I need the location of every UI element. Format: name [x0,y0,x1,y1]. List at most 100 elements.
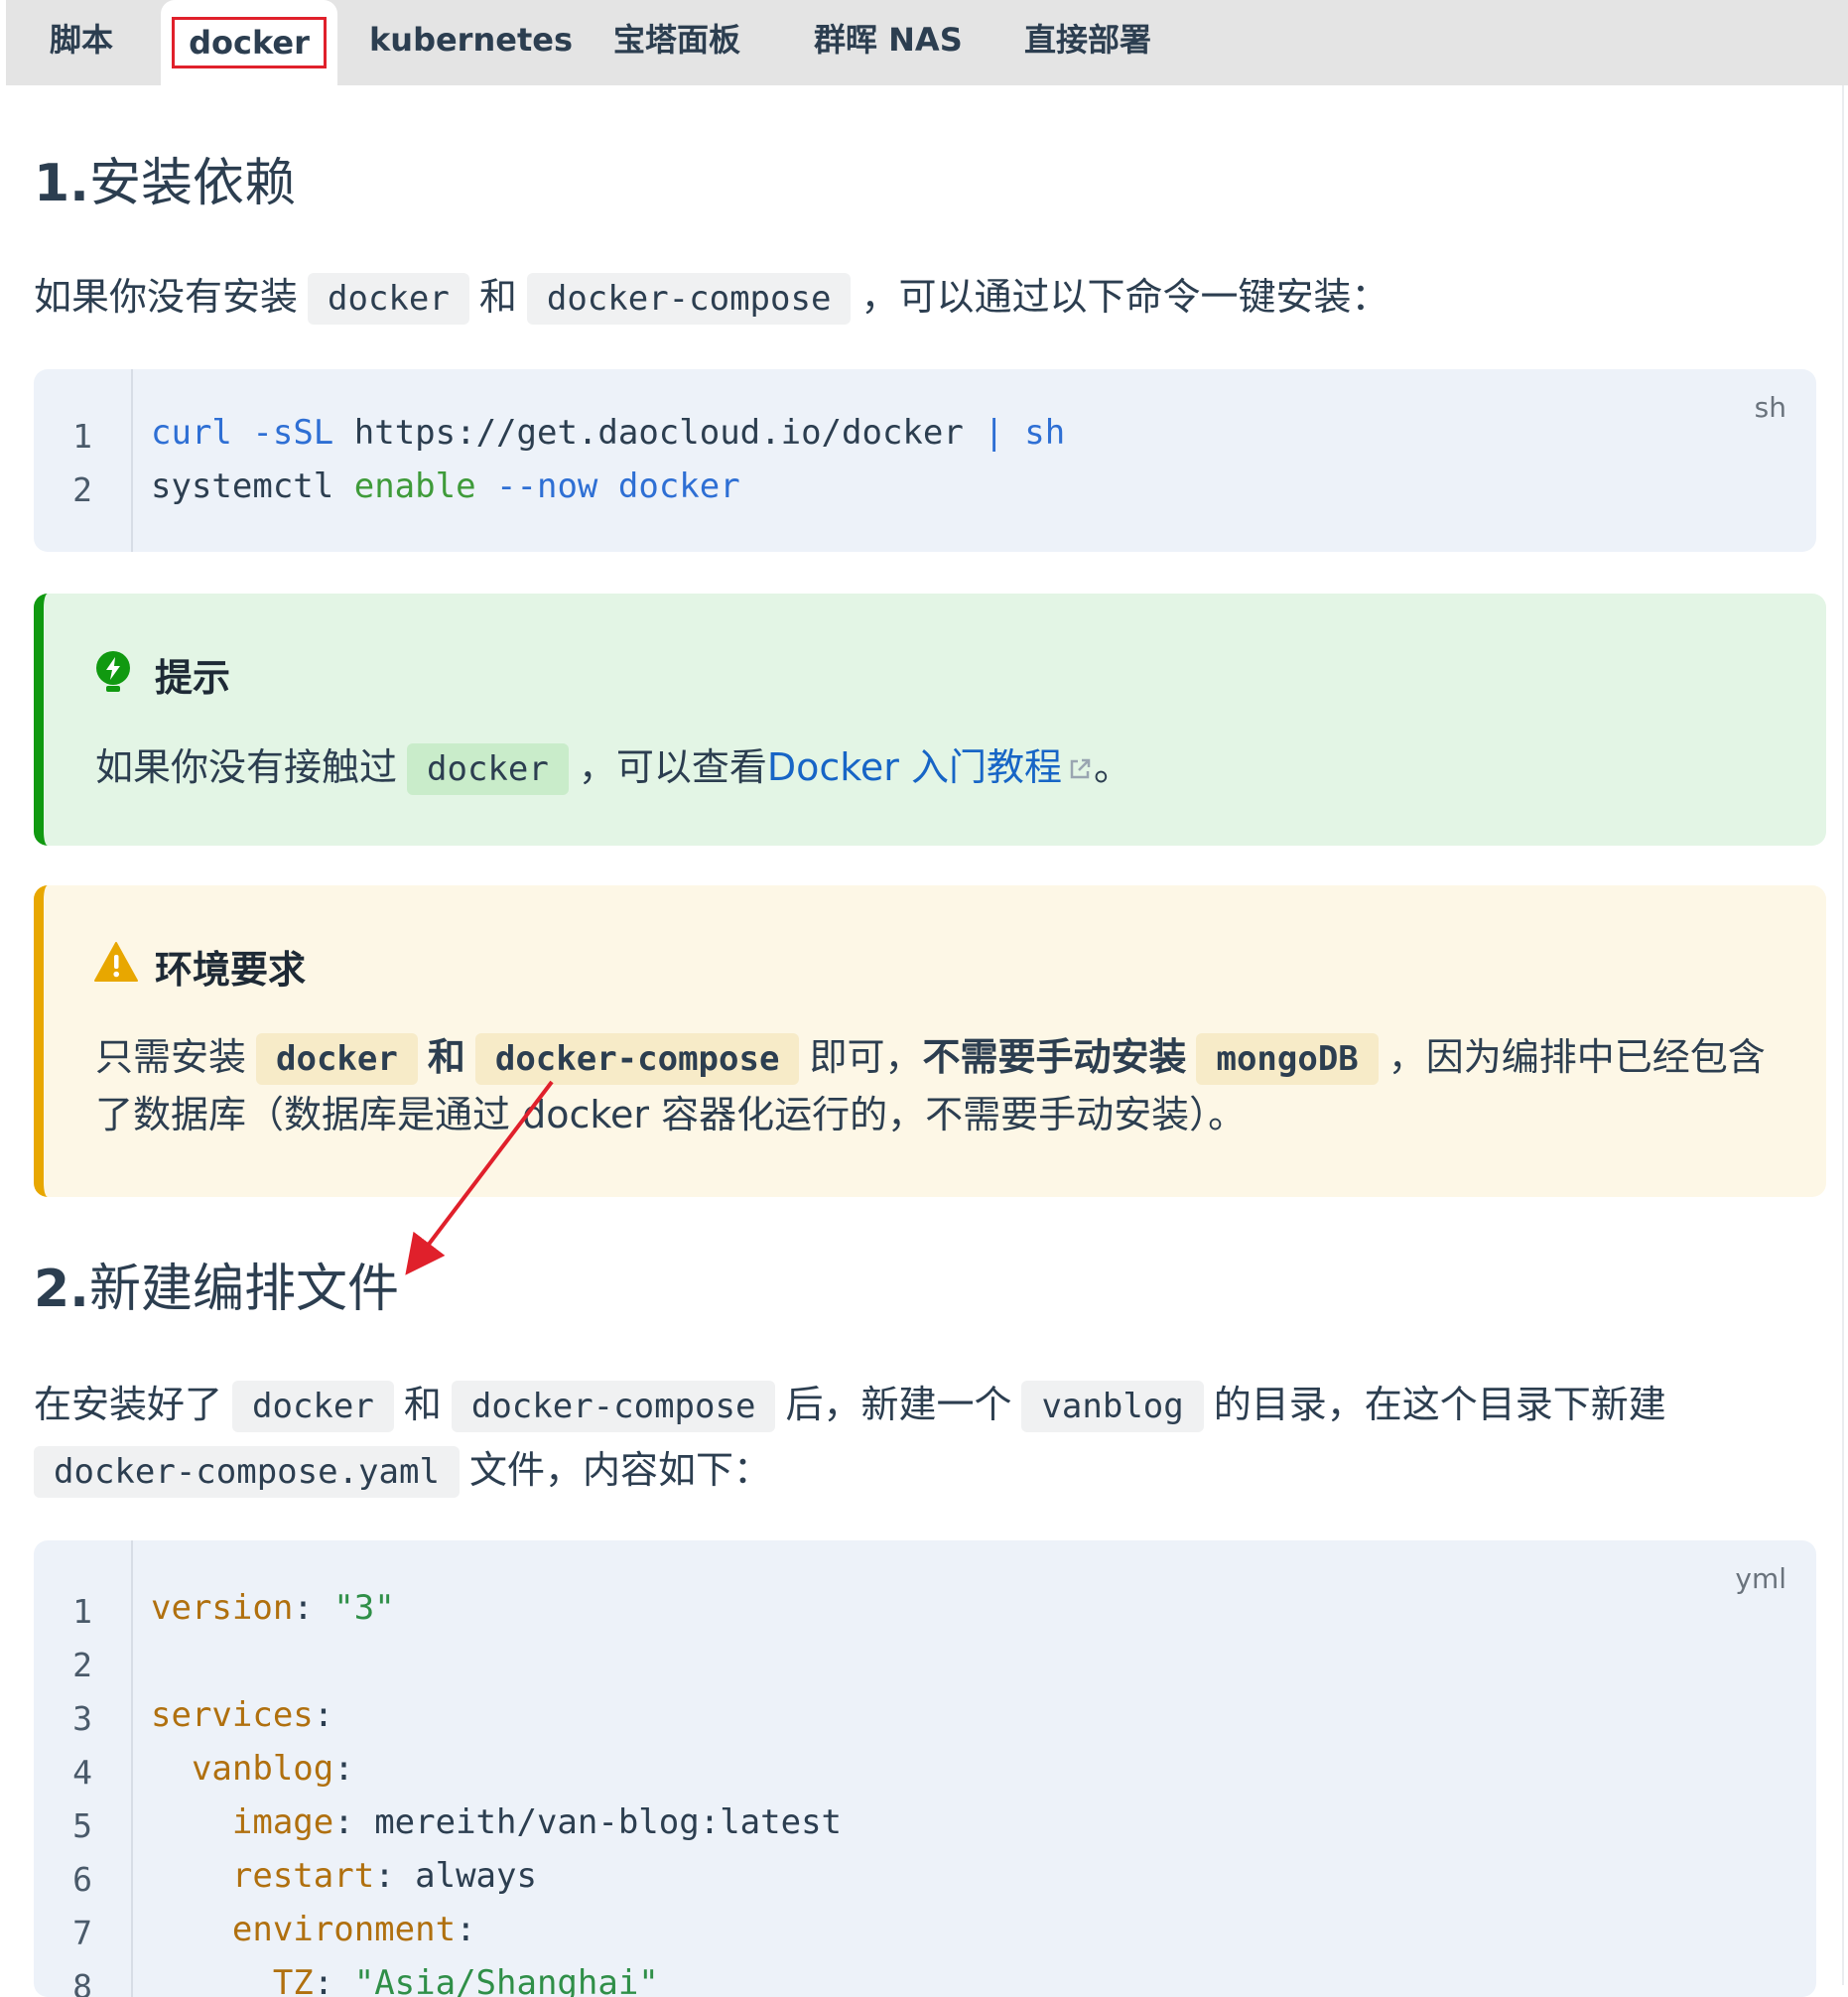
install-code-block[interactable]: sh 1 2 curl -sSL https://get.daocloud.io… [34,369,1816,552]
warning-text-line-2: 了数据库（数据库是通过 docker 容器化运行的，不需要手动安装）。 [95,1093,1247,1136]
heading-number: 2. [34,1260,89,1319]
tip-title: 提示 [155,656,231,700]
line-number: 1 [72,1592,92,1631]
code-token: sh [1024,413,1066,453]
yaml-sep: : [374,1856,416,1896]
yaml-key: TZ [272,1963,314,1997]
yaml-sep: : [313,1695,334,1735]
inline-code-docker-compose: docker-compose [526,273,852,325]
line-number: 6 [72,1860,92,1899]
line-number: 2 [72,1646,92,1684]
text: 在安装好了 [34,1383,223,1426]
install-intro-paragraph: 如果你没有安装 docker 和 docker-compose ，可以通过以下命令一键安… [34,264,1388,332]
inline-code-mongodb: mongoDB [1196,1033,1379,1085]
text: 文件，内容如下： [468,1448,771,1492]
lightbulb-icon [93,649,133,699]
page: 脚本 docker kubernetes 宝塔面板 群晖 NAS 直接部署 1.… [0,0,1848,1997]
tab-label: docker [172,17,327,68]
code-line: environment: [151,1910,476,1949]
text: 。 [1094,745,1132,789]
yaml-key: vanblog [191,1749,334,1789]
inline-code-docker-compose: docker-compose [474,1033,800,1085]
yaml-key: restart [231,1856,375,1896]
line-number: 7 [72,1914,92,1952]
yaml-key: image [231,1802,334,1842]
line-number: 5 [72,1806,92,1845]
yaml-key: environment [231,1910,457,1949]
code-token: curl [151,413,232,453]
compose-code-block[interactable]: yml 1 2 3 4 5 6 7 8 version: "3" service… [34,1540,1816,1997]
strong-text: 不需要手动安装 [922,1035,1187,1079]
text: ，可以通过以下命令一键安装： [860,275,1389,319]
code-line: restart: always [151,1856,537,1896]
heading-text: 安装依赖 [88,154,296,213]
heading-number: 1. [34,154,89,213]
section-heading-install-deps: 1.安装依赖 [34,141,296,215]
tab-baota-panel[interactable]: 宝塔面板 [613,0,740,85]
tab-synology-nas[interactable]: 群晖 NAS [814,0,963,85]
code-token: -sSL [252,413,334,453]
compose-intro-paragraph-line-1: 在安装好了 docker 和 docker-compose 后，新建一个 vanblog 的… [34,1372,1666,1439]
line-number: 4 [72,1753,92,1792]
inline-code-vanblog: vanblog [1021,1381,1204,1432]
code-line: image: mereith/van-blog:latest [151,1802,842,1842]
text: 如果你没有安装 [34,275,299,319]
yaml-value: mereith/van-blog:latest [374,1802,843,1842]
code-line: vanblog: [151,1749,354,1789]
yaml-sep: : [333,1802,375,1842]
heading-text: 新建编排文件 [88,1260,399,1319]
text: ，因为编排中已经包含 [1387,1035,1766,1079]
code-token: | [984,413,1004,453]
tip-callout: 提示 如果你没有接触过 docker ，可以查看Docker 入门教程。 [34,594,1826,846]
line-number: 1 [72,417,92,456]
code-language-label: sh [1754,391,1786,424]
link-text: Docker 入门教程 [766,745,1062,789]
text: 即可， [809,1035,923,1079]
yaml-key: services [151,1695,314,1735]
external-link-icon [1066,741,1094,799]
yaml-value: "Asia/Shanghai" [353,1963,659,1997]
code-line: curl -sSL https://get.daocloud.io/docker… [151,413,1065,453]
tab-label: 脚本 [50,21,114,59]
text: 的目录，在这个目录下新建 [1213,1383,1666,1426]
text: 只需安装 [95,1035,247,1079]
text: ，可以查看 [578,745,767,789]
tab-label: 直接部署 [1024,21,1152,59]
text: 如果你没有接触过 [95,745,398,789]
text: 和 [478,275,517,319]
inline-code-docker: docker [256,1033,418,1085]
tab-bar: 脚本 docker kubernetes 宝塔面板 群晖 NAS 直接部署 [6,0,1848,85]
code-token: https://get.daocloud.io/docker [353,413,964,453]
warning-triangle-icon [93,941,139,987]
text: 和 [427,1035,465,1079]
code-line: version: "3" [151,1588,395,1628]
yaml-sep: : [313,1963,354,1997]
yaml-sep: : [293,1588,334,1628]
line-number: 8 [72,1967,92,1997]
yaml-sep: : [456,1910,476,1949]
inline-code-docker-compose: docker-compose [451,1381,776,1432]
yaml-sep: : [333,1749,354,1789]
code-line: services: [151,1695,333,1735]
warning-title: 环境要求 [155,948,307,992]
tab-docker[interactable]: docker [161,0,337,85]
tab-script[interactable]: 脚本 [50,0,113,85]
tab-label: 群晖 NAS [814,21,963,59]
tab-label: 宝塔面板 [613,21,741,59]
docker-tutorial-link[interactable]: Docker 入门教程 [767,745,1094,789]
tab-label: kubernetes [369,21,573,59]
inline-code-docker: docker [232,1381,394,1432]
code-token: enable [353,466,476,506]
text: 和 [403,1383,442,1426]
environment-requirements-callout: 环境要求 只需安装 docker 和 docker-compose 即可，不需要手动安装… [34,885,1826,1197]
code-token: docker [617,466,740,506]
section-heading-new-compose-file: 2.新建编排文件 [34,1247,399,1321]
line-number: 2 [72,470,92,509]
tab-kubernetes[interactable]: kubernetes [369,0,573,85]
yaml-key: version [151,1588,294,1628]
line-number: 3 [72,1699,92,1738]
tab-direct-deploy[interactable]: 直接部署 [1024,0,1151,85]
code-token: systemctl [151,466,334,506]
inline-code-compose-yaml: docker-compose.yaml [34,1446,460,1498]
yaml-value: "3" [333,1588,395,1628]
